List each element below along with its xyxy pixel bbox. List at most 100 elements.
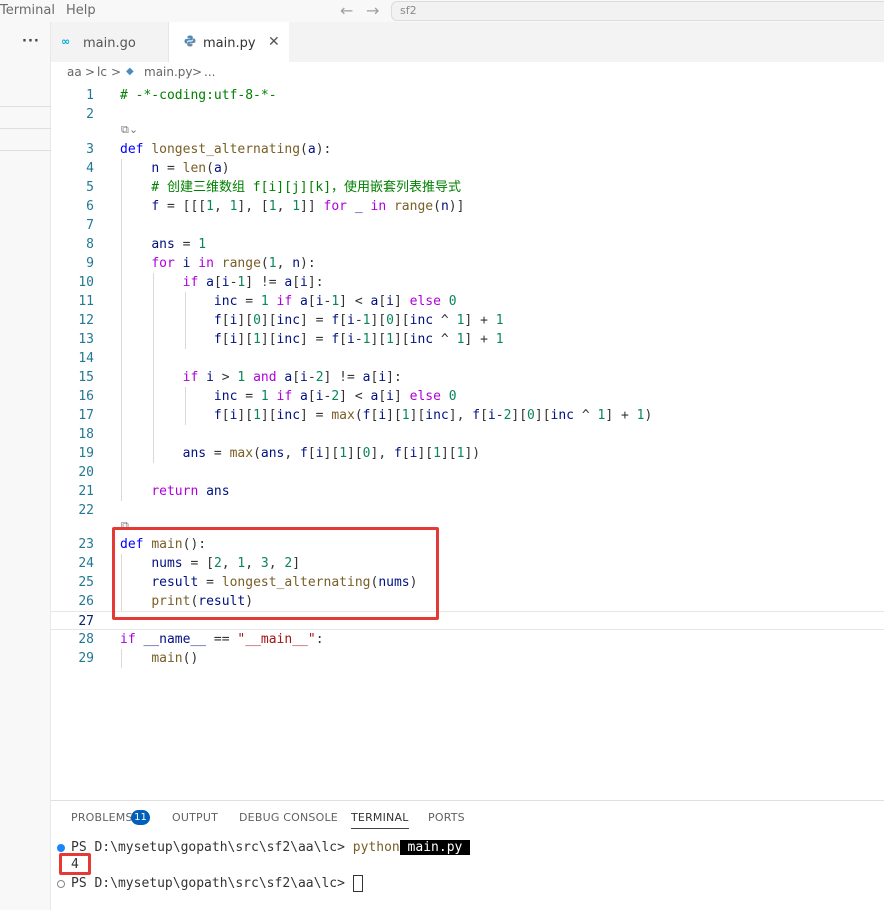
forward-arrow-icon[interactable]: → bbox=[366, 1, 379, 20]
terminal-command: python bbox=[352, 840, 400, 855]
tab-output[interactable]: OUTPUT bbox=[172, 811, 218, 824]
tab-main-go[interactable]: ∞ main.go bbox=[51, 22, 169, 62]
line-number: 5 bbox=[86, 180, 94, 195]
code-line: 5 # 创建三维数组 f[i][j][k]，使用嵌套列表推导式 bbox=[51, 178, 884, 197]
code-line: 18 bbox=[51, 425, 884, 444]
code-text: f[i][1][inc] = f[i-1][1][inc ^ 1] + 1 bbox=[213, 332, 504, 347]
code-text: f = [[[1, 1], [1, 1]] for _ in range(n)] bbox=[151, 199, 465, 214]
code-text: main() bbox=[151, 651, 199, 666]
code-line: 7 bbox=[51, 216, 884, 235]
breadcrumb-file[interactable]: main.py bbox=[144, 65, 193, 79]
line-number: 25 bbox=[78, 575, 94, 590]
tab-label: main.py bbox=[203, 36, 256, 51]
python-file-icon bbox=[184, 35, 196, 50]
line-number: 22 bbox=[78, 503, 94, 518]
tab-terminal[interactable]: TERMINAL bbox=[351, 811, 409, 829]
more-actions-icon[interactable]: ··· bbox=[22, 34, 40, 49]
terminal-prompt: PS D:\mysetup\gopath\src\sf2\aa\lc> bbox=[71, 840, 353, 855]
command-center-text: sf2 bbox=[400, 4, 417, 17]
tab-debug-console[interactable]: DEBUG CONSOLE bbox=[239, 811, 338, 824]
close-icon[interactable]: ✕ bbox=[268, 34, 280, 50]
tab-ports[interactable]: PORTS bbox=[428, 811, 465, 824]
code-line: 9 for i in range(1, n): bbox=[51, 254, 884, 273]
line-number: 18 bbox=[78, 427, 94, 442]
command-success-icon[interactable] bbox=[57, 844, 65, 852]
code-text: inc = 1 if a[i-2] < a[i] else 0 bbox=[213, 389, 457, 404]
breadcrumb-separator: > bbox=[192, 65, 203, 79]
breadcrumb-folder-aa[interactable]: aa bbox=[67, 65, 82, 79]
code-line: 1 # -*-coding:utf-8-*- bbox=[51, 86, 884, 105]
code-text: f[i][0][inc] = f[i-1][0][inc ^ 1] + 1 bbox=[213, 313, 504, 328]
sidebar-divider bbox=[0, 150, 51, 151]
code-line: 13 f[i][1][inc] = f[i-1][1][inc ^ 1] + 1 bbox=[51, 330, 884, 349]
code-text: def longest_alternating(a): bbox=[120, 142, 332, 157]
tab-problems[interactable]: PROBLEMS bbox=[71, 811, 133, 824]
command-center-search[interactable]: sf2 bbox=[391, 1, 884, 21]
code-line: 3 def longest_alternating(a): bbox=[51, 140, 884, 159]
code-text: ans = max(ans, f[i][1][0], f[i][1][1]) bbox=[182, 446, 481, 461]
code-text: inc = 1 if a[i-1] < a[i] else 0 bbox=[213, 294, 457, 309]
code-text: # -*-coding:utf-8-*- bbox=[120, 88, 277, 103]
code-text: f[i][1][inc] = max(f[i][1][inc], f[i-2][… bbox=[213, 408, 653, 423]
code-lens-icon[interactable]: ⧉⌄ bbox=[121, 123, 138, 137]
line-number: 27 bbox=[78, 614, 94, 629]
line-number: 8 bbox=[86, 237, 94, 252]
code-text: for i in range(1, n): bbox=[151, 256, 316, 271]
line-number: 14 bbox=[78, 351, 94, 366]
code-text: return ans bbox=[151, 484, 230, 499]
explorer-sidebar: ··· bbox=[0, 22, 51, 910]
line-number: 15 bbox=[78, 370, 94, 385]
line-number: 29 bbox=[78, 651, 94, 666]
menu-terminal[interactable]: Terminal bbox=[0, 3, 55, 18]
back-arrow-icon[interactable]: ← bbox=[340, 1, 353, 20]
code-line: 28 if __name__ == "__main__": bbox=[51, 630, 884, 649]
sidebar-divider bbox=[0, 106, 51, 107]
code-text: n = len(a) bbox=[151, 161, 230, 176]
line-number: 7 bbox=[86, 218, 94, 233]
terminal-cursor bbox=[352, 875, 363, 892]
code-line: 11 inc = 1 if a[i-1] < a[i] else 0 bbox=[51, 292, 884, 311]
line-number: 4 bbox=[86, 161, 94, 176]
line-number: 16 bbox=[78, 389, 94, 404]
code-line: 21 return ans bbox=[51, 482, 884, 501]
line-number: 28 bbox=[78, 632, 94, 647]
code-text: # 创建三维数组 f[i][j][k]，使用嵌套列表推导式 bbox=[120, 180, 462, 195]
line-number: 10 bbox=[78, 275, 94, 290]
line-number: 1 bbox=[86, 88, 94, 103]
line-number: 21 bbox=[78, 484, 94, 499]
line-number: 20 bbox=[78, 465, 94, 480]
breadcrumb-separator: > bbox=[85, 65, 96, 79]
tab-label: main.go bbox=[83, 36, 136, 51]
code-line: 4 n = len(a) bbox=[51, 159, 884, 178]
problems-count-badge: 11 bbox=[131, 810, 150, 825]
line-number: 6 bbox=[86, 199, 94, 214]
breadcrumb-folder-lc[interactable]: lc bbox=[97, 65, 107, 79]
go-file-icon: ∞ bbox=[61, 35, 71, 48]
tab-main-py[interactable]: main.py ✕ bbox=[169, 22, 289, 62]
code-line: 8 ans = 1 bbox=[51, 235, 884, 254]
code-editor[interactable]: ⧉⌄ ⧉ 1 # -*-coding:utf-8-*- 2 3 def longes… bbox=[51, 84, 884, 800]
code-line: 2 bbox=[51, 105, 884, 124]
line-number: 11 bbox=[78, 294, 94, 309]
line-number: 17 bbox=[78, 408, 94, 423]
breadcrumb-more[interactable]: ... bbox=[204, 65, 215, 79]
terminal-prompt: PS D:\mysetup\gopath\src\sf2\aa\lc> bbox=[71, 876, 353, 891]
code-line: 29 main() bbox=[51, 649, 884, 668]
code-line: 17 f[i][1][inc] = max(f[i][1][inc], f[i-… bbox=[51, 406, 884, 425]
line-number: 3 bbox=[86, 142, 94, 157]
python-file-icon: ◆ bbox=[126, 66, 134, 77]
menu-help[interactable]: Help bbox=[66, 3, 96, 18]
annotation-highlight-output bbox=[59, 853, 91, 875]
code-line: 20 bbox=[51, 463, 884, 482]
line-number: 19 bbox=[78, 446, 94, 461]
code-text: if i > 1 and a[i-2] != a[i]: bbox=[182, 370, 402, 385]
code-line: 15 if i > 1 and a[i-2] != a[i]: bbox=[51, 368, 884, 387]
code-line: 12 f[i][0][inc] = f[i-1][0][inc ^ 1] + 1 bbox=[51, 311, 884, 330]
sidebar-divider bbox=[0, 128, 51, 129]
command-idle-icon[interactable] bbox=[57, 880, 65, 888]
code-text: if a[i-1] != a[i]: bbox=[182, 275, 324, 290]
terminal-line[interactable]: PS D:\mysetup\gopath\src\sf2\aa\lc> bbox=[71, 875, 363, 892]
line-number: 2 bbox=[86, 107, 94, 122]
code-text: if __name__ == "__main__": bbox=[120, 632, 324, 647]
code-line: 16 inc = 1 if a[i-2] < a[i] else 0 bbox=[51, 387, 884, 406]
